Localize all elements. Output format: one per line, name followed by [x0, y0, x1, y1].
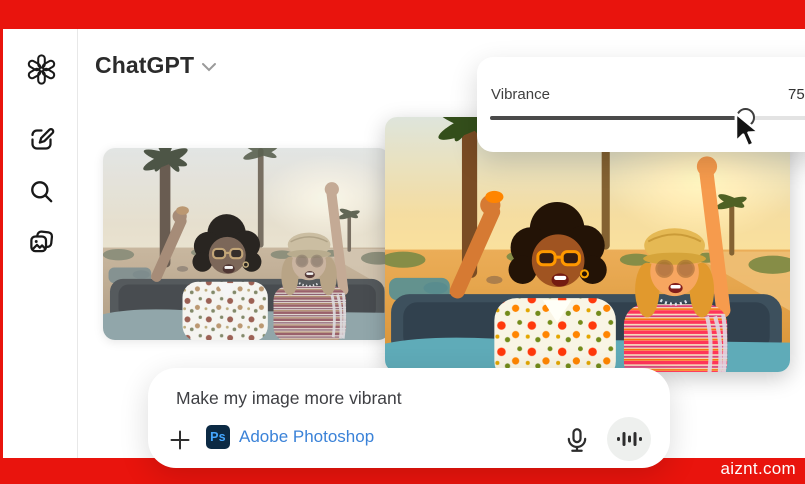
mouse-cursor — [731, 111, 763, 149]
photoshop-icon: Ps — [206, 425, 230, 449]
photo-after — [385, 117, 790, 372]
waveform-icon — [616, 429, 642, 449]
frame-left-bar — [0, 0, 3, 484]
openai-logo[interactable] — [25, 53, 57, 85]
app-window: aiznt.com — [0, 0, 805, 484]
sidebar — [3, 29, 78, 458]
vibrance-value: 75 — [788, 86, 805, 103]
plugin-chip-photoshop[interactable]: Ps Adobe Photoshop — [206, 425, 374, 449]
model-switcher[interactable]: ChatGPT — [95, 52, 217, 79]
page-title: ChatGPT — [95, 52, 194, 79]
attach-button[interactable] — [168, 428, 192, 452]
photo-before — [103, 148, 390, 340]
watermark: aiznt.com — [721, 459, 796, 479]
vibrance-slider-fill — [490, 116, 745, 120]
frame-top-bar — [0, 0, 805, 29]
composer-input[interactable]: Make my image more vibrant — [176, 388, 402, 409]
search-icon[interactable] — [25, 175, 57, 207]
composer: Make my image more vibrant Ps Adobe Phot… — [148, 368, 670, 468]
dictate-button[interactable] — [563, 426, 591, 454]
vibrance-label: Vibrance — [491, 86, 550, 103]
new-chat-icon[interactable] — [25, 123, 57, 155]
voice-mode-button[interactable] — [607, 417, 651, 461]
chevron-down-icon — [201, 62, 217, 72]
plus-icon — [168, 428, 192, 452]
library-icon[interactable] — [25, 225, 57, 257]
plugin-name: Adobe Photoshop — [239, 427, 374, 447]
openai-logo-petals — [27, 55, 55, 83]
microphone-icon — [563, 426, 591, 454]
